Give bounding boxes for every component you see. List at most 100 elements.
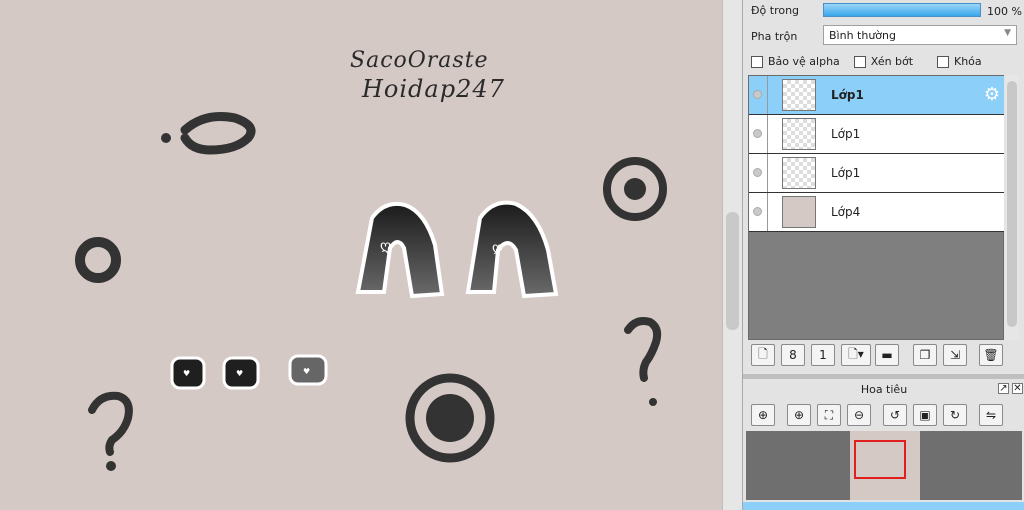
zoom-reset-icon: ⊕ <box>757 408 769 422</box>
ring-bottom-dot <box>426 394 474 442</box>
checkbox-label: Xén bớt <box>870 55 914 68</box>
layer-thumbnail <box>782 118 816 150</box>
navigator-title: Hoa tiêu <box>860 383 908 396</box>
scrollbar-thumb[interactable] <box>726 212 739 330</box>
eye-icon <box>753 207 762 216</box>
arch-right-heart: ღ <box>492 240 503 256</box>
clip-checkbox[interactable]: Xén bớt <box>853 55 914 68</box>
layers-scrollbar[interactable] <box>1005 75 1019 340</box>
opacity-slider[interactable] <box>823 3 981 17</box>
duplicate-icon: ❐ <box>919 348 931 362</box>
fit-button[interactable]: ⛶ <box>817 404 841 426</box>
layer-8-button[interactable]: 8 <box>781 344 805 366</box>
arch-left <box>355 201 445 299</box>
checkbox-box[interactable] <box>751 55 763 68</box>
question-right-dot <box>649 398 657 406</box>
navigator-header: Hoa tiêu ↗ ✕ <box>743 379 1024 399</box>
layer-1-button[interactable]: 1 <box>811 344 835 366</box>
rotate-right-icon: ↻ <box>949 408 961 422</box>
ring-top-right-dot <box>624 178 646 200</box>
hook-stroke <box>180 112 256 155</box>
zoom-out-button[interactable]: ⊖ <box>847 404 871 426</box>
rotate-right-button[interactable]: ↻ <box>943 404 967 426</box>
lock-checkbox[interactable]: Khóa <box>937 55 982 68</box>
arch-right <box>465 200 559 299</box>
layer-row[interactable]: Lớp4 <box>749 193 1004 232</box>
canvas-vertical-scrollbar[interactable] <box>722 0 742 510</box>
add-layer-dropdown[interactable]: 🗋▾ <box>841 344 871 366</box>
flip-icon: ⇋ <box>985 408 997 422</box>
checkbox-box[interactable] <box>937 55 949 68</box>
viewport-rect[interactable] <box>854 440 906 479</box>
visibility-toggle[interactable] <box>749 193 768 231</box>
blend-mode-select[interactable]: Bình thường ▼ <box>823 25 1017 45</box>
layer-name: Lớp1 <box>831 88 864 102</box>
eye-icon <box>753 168 762 177</box>
zoom-in-button[interactable]: ⊕ <box>787 404 811 426</box>
layer-name: Lớp4 <box>831 205 861 219</box>
fit-icon: ⛶ <box>824 407 834 422</box>
layer-thumbnail <box>782 157 816 189</box>
question-right <box>624 317 662 382</box>
canvas-artwork: ღ ღ ♥ ♥ ♥ <box>75 112 667 471</box>
blend-mode-value: Bình thường <box>829 29 896 42</box>
layer-row[interactable]: Lớp1 <box>749 154 1004 193</box>
checkbox-label: Khóa <box>954 55 982 68</box>
merge-button[interactable]: ⇲ <box>943 344 967 366</box>
opacity-label: Độ trong <box>751 4 800 17</box>
folder-icon: ▬ <box>881 348 893 362</box>
gear-icon[interactable]: ⚙ <box>984 84 1000 105</box>
layer-thumbnail <box>782 196 816 228</box>
navigator-thumbnail <box>850 431 920 500</box>
visibility-toggle[interactable] <box>749 76 768 114</box>
watermark-line2: Hoidap247 <box>362 75 505 103</box>
merge-icon: ⇲ <box>949 348 961 362</box>
layer-row[interactable]: Lớp1 <box>749 115 1004 154</box>
layer-row[interactable]: Lớp1 ⚙ <box>749 76 1004 115</box>
zoom-reset-button[interactable]: ⊕ <box>751 404 775 426</box>
rotate-left-icon: ↺ <box>889 408 901 422</box>
visibility-toggle[interactable] <box>749 115 768 153</box>
popout-icon[interactable]: ↗ <box>998 383 1009 394</box>
layer-thumbnail <box>782 79 816 111</box>
arch-left-heart: ღ <box>380 238 391 254</box>
opacity-value: 100 % <box>987 5 1022 18</box>
new-layer-button[interactable]: 🗋 <box>751 344 775 366</box>
flip-button[interactable]: ⇋ <box>979 404 1003 426</box>
close-icon[interactable]: ✕ <box>1012 383 1023 394</box>
layer-name: Lớp1 <box>831 127 861 141</box>
blend-label: Pha trộn <box>751 30 798 43</box>
scrollbar-thumb[interactable] <box>1007 81 1017 327</box>
zoom-out-icon: ⊖ <box>853 408 865 422</box>
ring-left <box>75 237 121 283</box>
fit-window-button[interactable]: ▣ <box>913 404 937 426</box>
question-left-dot <box>106 461 116 471</box>
chevron-down-icon: ▼ <box>1004 28 1011 38</box>
layer-panel: Độ trong 100 % Pha trộn Bình thường ▼ Bả… <box>742 0 1024 510</box>
eye-icon <box>753 129 762 138</box>
layer-options: Bảo vệ alpha Xén bớt Khóa <box>751 55 1021 68</box>
navigator-view[interactable] <box>746 431 1022 500</box>
checkbox-label: Bảo vệ alpha <box>768 55 840 68</box>
drawing-canvas[interactable]: ღ ღ ♥ ♥ ♥ SacoOraste Hoidap247 <box>0 0 722 510</box>
panel-bottom-bar <box>743 502 1024 510</box>
rotate-left-button[interactable]: ↺ <box>883 404 907 426</box>
folder-button[interactable]: ▬ <box>875 344 899 366</box>
alpha-protect-checkbox[interactable]: Bảo vệ alpha <box>751 55 840 68</box>
new-layer-icon: 🗋 <box>758 346 768 361</box>
small-eye-2-heart: ♥ <box>236 369 243 378</box>
duplicate-button[interactable]: ❐ <box>913 344 937 366</box>
layer-8-icon: 8 <box>789 348 797 362</box>
zoom-in-icon: ⊕ <box>793 408 805 422</box>
add-dropdown-icon: 🗋▾ <box>848 346 864 361</box>
question-left <box>88 391 133 456</box>
delete-layer-button[interactable]: 🗑 <box>979 344 1003 366</box>
layer-1-icon: 1 <box>819 348 827 362</box>
checkbox-box[interactable] <box>853 55 866 68</box>
trash-icon: 🗑 <box>983 348 999 362</box>
small-eye-3-heart: ♥ <box>303 367 310 376</box>
eye-icon <box>753 90 762 99</box>
fit-window-icon: ▣ <box>919 408 931 422</box>
visibility-toggle[interactable] <box>749 154 768 192</box>
layer-name: Lớp1 <box>831 166 861 180</box>
